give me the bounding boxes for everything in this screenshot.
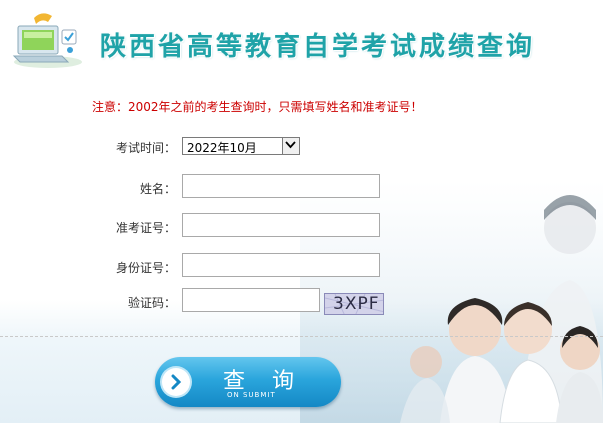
name-label: 姓名： bbox=[139, 182, 176, 196]
name-input[interactable] bbox=[182, 174, 380, 198]
notice-text: 注意：2002年之前的考生查询时，只需填写姓名和准考证号！ bbox=[92, 100, 423, 114]
captcha-label: 验证码： bbox=[127, 296, 176, 310]
exam-time-select[interactable]: 2022年10月 bbox=[182, 137, 300, 155]
submit-sublabel: ON SUBMIT bbox=[227, 391, 276, 399]
captcha-image[interactable]: 3XPF bbox=[324, 293, 384, 315]
captcha-input[interactable] bbox=[182, 288, 320, 312]
ticket-no-input[interactable] bbox=[182, 213, 380, 237]
laptop-icon bbox=[12, 13, 82, 68]
ticket-no-label: 准考证号： bbox=[115, 221, 176, 235]
id-no-label: 身份证号： bbox=[115, 261, 176, 275]
captcha-text: 3XPF bbox=[333, 294, 380, 314]
id-no-input[interactable] bbox=[182, 253, 380, 277]
page-title: 陕西省高等教育自学考试成绩查询 bbox=[100, 32, 536, 62]
page: 陕西省高等教育自学考试成绩查询 注意：2002年之前的考生查询时，只需填写姓名和… bbox=[0, 0, 603, 423]
submit-button[interactable]: 查 询 ON SUBMIT bbox=[155, 357, 341, 407]
exam-time-value: 2022年10月 bbox=[187, 141, 257, 155]
chevron-down-icon[interactable] bbox=[282, 138, 299, 154]
divider bbox=[0, 336, 603, 337]
chevron-right-icon bbox=[162, 368, 190, 396]
exam-time-label: 考试时间： bbox=[115, 141, 176, 155]
